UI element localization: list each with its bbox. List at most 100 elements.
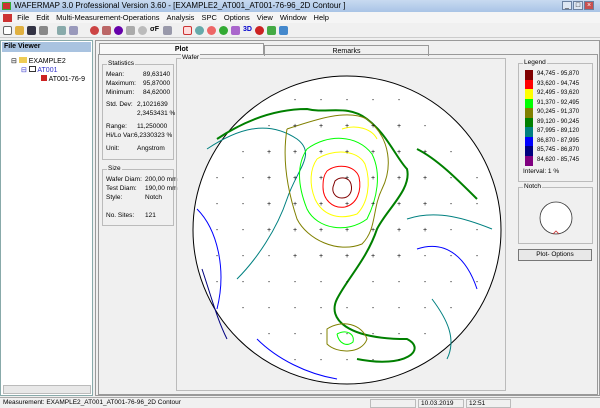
notch-caption: Notch <box>523 183 542 190</box>
wafer-contour-plot[interactable]: -------------++++-----++++++-----++++++-… <box>177 59 505 390</box>
tree-item-at001[interactable]: ⊟ AT001 <box>21 66 57 74</box>
status-bar: Measurement: EXAMPLE2_AT001_AT001-76-96_… <box>0 397 600 408</box>
legend-swatch <box>525 98 533 109</box>
site-marker: + <box>371 123 375 130</box>
sites-label: No. Sites: <box>106 212 135 219</box>
menu-analysis[interactable]: Analysis <box>167 13 195 22</box>
status-date: 10.03.2019 <box>418 399 464 408</box>
toolbar: σF 3D <box>0 24 600 38</box>
tool-icon[interactable] <box>163 26 172 35</box>
range-value: 11,250000 <box>137 123 168 130</box>
hilo-value: 6,2330323 % <box>134 132 173 139</box>
site-marker: + <box>345 149 349 156</box>
test-diam-label: Test Diam: <box>106 185 137 192</box>
menu-edit[interactable]: Edit <box>36 13 49 22</box>
tree-item-example2[interactable]: ⊟ EXAMPLE2 <box>11 57 66 65</box>
main-panel: Plot Remarks Statistics Mean: 89,63140 Ma… <box>95 40 600 396</box>
site-marker: + <box>293 149 297 156</box>
legend-swatch <box>525 108 533 118</box>
site-marker: + <box>371 149 375 156</box>
tool-icon[interactable] <box>90 26 99 35</box>
site-marker: + <box>397 149 401 156</box>
std-value: 2,1021639 <box>137 101 168 108</box>
file-viewer-panel: File Viewer ⊟ EXAMPLE2 ⊟ AT001 AT001-76-… <box>0 40 93 396</box>
tool-icon[interactable] <box>126 26 135 35</box>
tool-icon[interactable] <box>57 26 66 35</box>
chart-icon[interactable] <box>183 26 192 35</box>
std-label: Std. Dev: <box>106 101 133 108</box>
site-marker: + <box>319 175 323 182</box>
site-marker: + <box>293 175 297 182</box>
wafer-icon[interactable] <box>207 26 216 35</box>
open-icon[interactable] <box>15 26 24 35</box>
horizontal-scrollbar[interactable] <box>3 385 91 394</box>
legend-caption: Legend <box>523 59 547 66</box>
menu-window[interactable]: Window <box>280 13 307 22</box>
3d-icon[interactable]: 3D <box>243 26 252 35</box>
legend-group: Legend 94,745 - 95,870 93,620 - 94,745 92,… <box>518 59 593 182</box>
new-icon[interactable] <box>3 26 12 35</box>
legend-range: 90,245 - 91,370 <box>537 109 580 115</box>
tool-icon[interactable] <box>114 26 123 35</box>
minimize-button[interactable]: _ <box>562 1 572 10</box>
menu-spc[interactable]: SPC <box>201 13 216 22</box>
menu-multi-measurement[interactable]: Multi-Measurement-Operations <box>56 13 159 22</box>
site-marker: + <box>345 123 349 130</box>
menu-help[interactable]: Help <box>314 13 329 22</box>
legend-swatch <box>525 79 533 90</box>
legend-range: 91,370 - 92,495 <box>537 99 580 106</box>
legend-swatch <box>525 70 533 80</box>
tool-icon[interactable] <box>69 26 78 35</box>
legend-range: 84,620 - 85,745 <box>537 156 580 163</box>
menu-options[interactable]: Options <box>224 13 250 22</box>
tool-icon[interactable] <box>231 26 240 35</box>
maximize-button[interactable]: □ <box>573 1 583 10</box>
site-marker: + <box>423 227 427 234</box>
notch-indicator-icon <box>539 201 573 235</box>
site-marker: + <box>319 201 323 208</box>
site-marker: + <box>371 253 375 260</box>
range-label: Range: <box>106 123 127 130</box>
save-icon[interactable] <box>27 26 36 35</box>
legend-swatch <box>525 127 533 137</box>
menu-file[interactable]: File <box>17 13 29 22</box>
site-marker: + <box>319 149 323 156</box>
tool-icon[interactable] <box>279 26 288 35</box>
max-value: 95,87000 <box>143 80 171 87</box>
wafer-diam-label: Wafer Diam: <box>106 176 142 183</box>
app-icon <box>2 2 11 10</box>
wafer-icon[interactable] <box>195 26 204 35</box>
tool-icon[interactable] <box>267 26 276 35</box>
legend-range: 87,995 - 89,120 <box>537 128 580 134</box>
site-marker: + <box>397 201 401 208</box>
menu-view[interactable]: View <box>257 13 273 22</box>
interval-label: Interval: 1 % <box>523 168 560 175</box>
site-marker: + <box>397 227 401 234</box>
wafer-icon[interactable] <box>219 26 228 35</box>
unit-value: Angstrom <box>137 145 165 152</box>
close-button[interactable]: × <box>584 1 594 10</box>
print-icon[interactable] <box>39 26 48 35</box>
status-empty <box>370 399 416 408</box>
plot-options-button[interactable]: Plot- Options <box>518 249 592 261</box>
site-marker: + <box>397 175 401 182</box>
tool-icon[interactable] <box>138 26 147 35</box>
wafer-icon[interactable] <box>255 26 264 35</box>
tool-icon[interactable] <box>102 26 111 35</box>
tab-plot[interactable]: Plot <box>99 43 264 54</box>
mean-label: Mean: <box>106 71 125 78</box>
file-viewer-header: File Viewer <box>2 42 91 52</box>
site-marker: + <box>397 253 401 260</box>
site-marker: + <box>319 123 323 130</box>
status-measurement: Measurement: EXAMPLE2_AT001_AT001-76-96_… <box>3 399 181 406</box>
legend-range: 93,620 - 94,745 <box>537 80 580 87</box>
test-diam-value: 190,00 mm <box>145 185 178 192</box>
legend-swatch <box>525 89 533 99</box>
tree-item-measurement[interactable]: AT001-76-9 <box>41 75 85 83</box>
legend-range: 86,870 - 87,995 <box>537 137 580 144</box>
legend-range: 85,745 - 86,870 <box>537 147 580 153</box>
style-value: Notch <box>145 194 162 201</box>
sigma-icon[interactable]: σF <box>150 26 159 35</box>
legend-range: 94,745 - 95,870 <box>537 71 580 77</box>
statistics-group: Statistics Mean: 89,63140 Maximum: 95,8700… <box>102 60 175 160</box>
